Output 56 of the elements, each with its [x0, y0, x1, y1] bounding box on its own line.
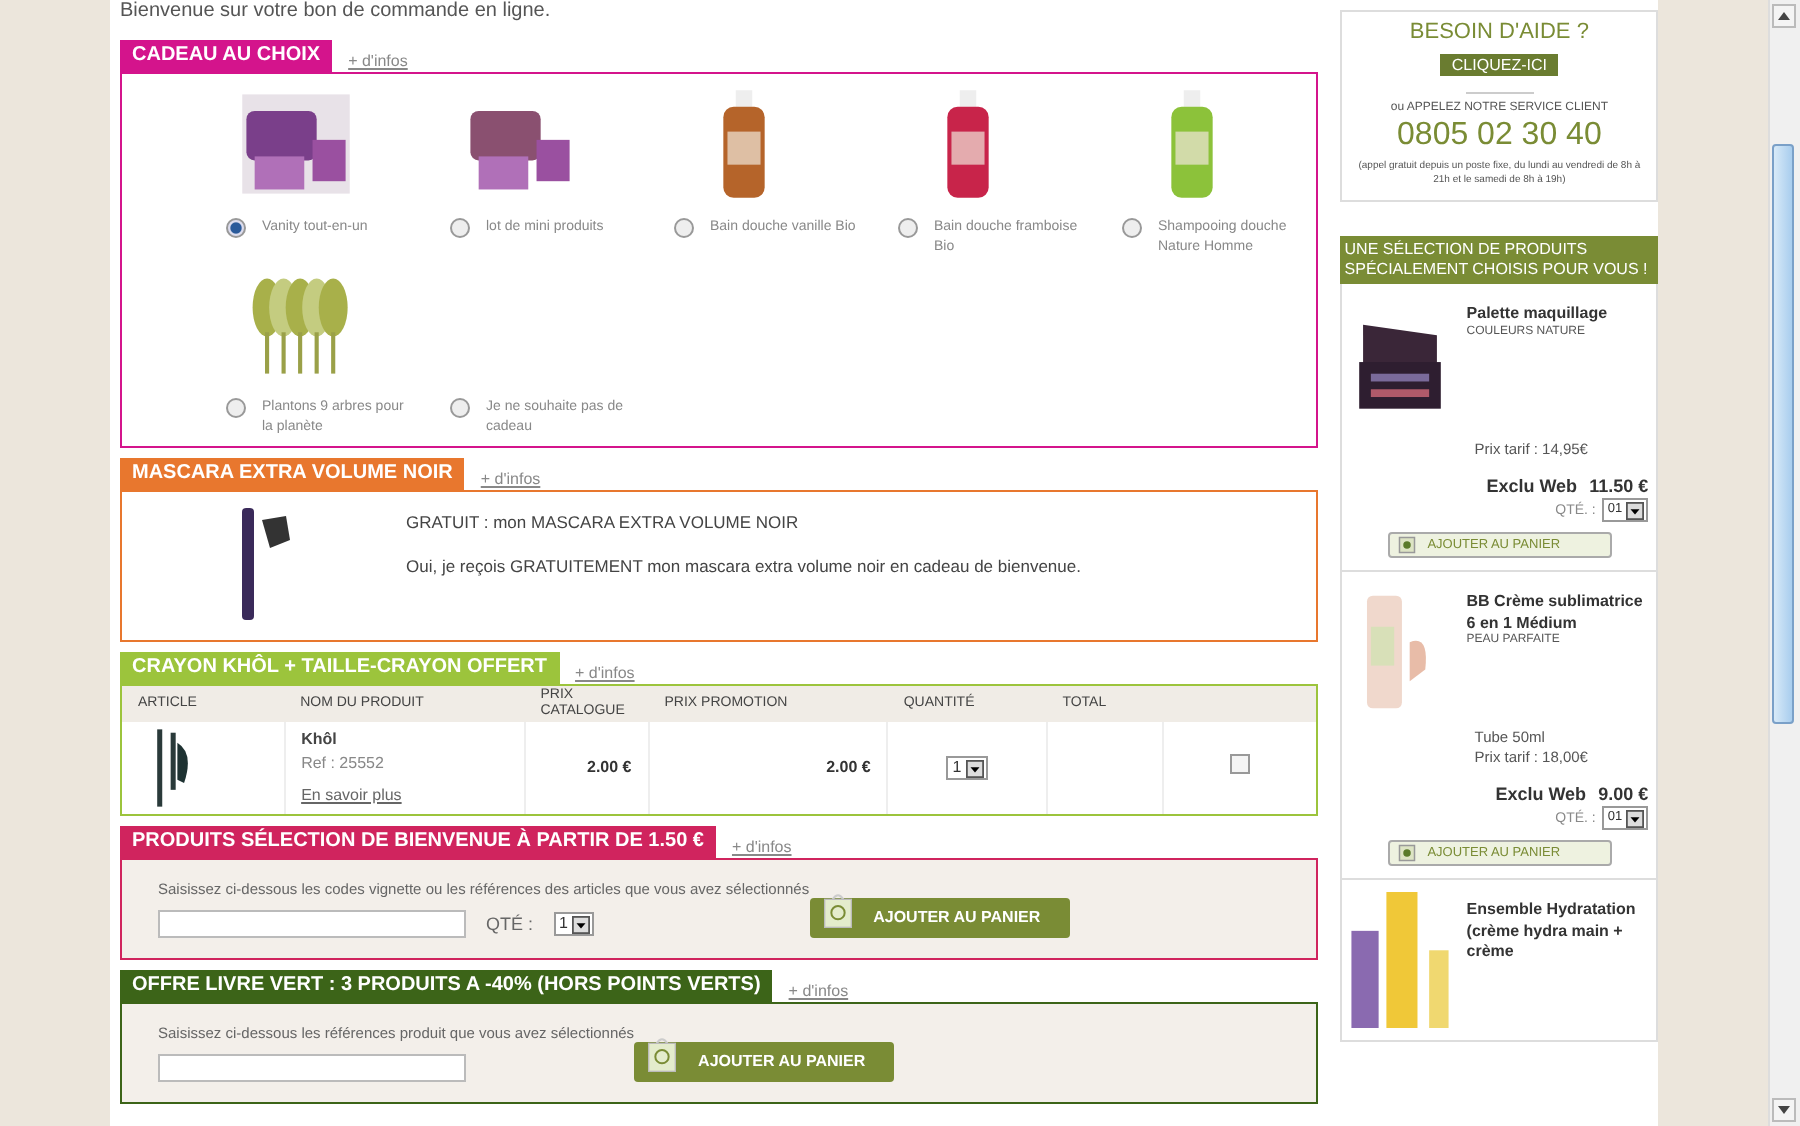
exclusive-label: Exclu Web [1486, 476, 1578, 496]
quantity-select[interactable]: 1 [553, 912, 594, 936]
product-name: BB Crème sublimatrice 6 en 1 Médium [1466, 592, 1645, 633]
scroll-down-icon[interactable] [1772, 1098, 1797, 1122]
more-info-link[interactable]: + d'infos [348, 52, 408, 70]
offer-text: Oui, je reçois GRATUITEMENT mon mascara extra volume noir en cadeau de bienvenue. [406, 556, 1081, 576]
section-title: OFFRE LIVRE VERT : 3 PRODUITS A -40% (HORS POINTS VERTS) [120, 970, 773, 1002]
product-name: Palette maquillage [1466, 304, 1608, 325]
code-field[interactable] [158, 1054, 466, 1082]
caret-icon [571, 915, 590, 933]
learn-more-link[interactable]: En savoir plus [301, 785, 402, 805]
more-info-link[interactable]: + d'infos [480, 470, 541, 488]
help-title: BESOIN D'AIDE ? [1407, 20, 1591, 44]
code-field[interactable] [158, 910, 466, 938]
add-to-cart-button[interactable]: AJOUTER AU PANIER [809, 897, 1070, 937]
shopping-bag-icon [646, 1033, 679, 1073]
section-title: CADEAU AU CHOIX [120, 40, 333, 72]
caret-icon [1626, 501, 1645, 519]
selection-title: UNE SÉLECTION DE PRODUITS SPÉCIALEMENT CHOISIS POUR VOUS ! [1340, 236, 1659, 284]
exclusive-label: Exclu Web [1495, 784, 1587, 804]
product-name: Khôl [301, 729, 339, 749]
more-info-link[interactable]: + d'infos [575, 664, 635, 682]
scrollbar[interactable] [1768, 0, 1800, 1126]
phone-number: 0805 02 30 40 [1395, 118, 1604, 154]
caret-icon [1626, 809, 1645, 827]
bag-icon [1397, 536, 1416, 554]
welcome-text: Bienvenue sur votre bon de commande en ligne. [120, 0, 553, 26]
radio-button[interactable] [1122, 218, 1142, 238]
radio-button[interactable] [674, 218, 694, 238]
product-price: 11.50 € [1589, 476, 1649, 496]
product-ref: Ref : 25552 [301, 753, 386, 773]
quantity-label: QTÉ : [486, 914, 534, 934]
quantity-select[interactable]: 1 [946, 756, 988, 780]
promotion-price: 2.00 € [826, 758, 871, 776]
caret-icon [965, 759, 984, 777]
more-info-link[interactable]: + d'infos [731, 838, 792, 856]
scroll-up-icon[interactable] [1772, 4, 1797, 28]
bag-icon [1397, 844, 1416, 862]
scroll-thumb[interactable] [1772, 144, 1795, 724]
radio-button[interactable] [226, 218, 246, 238]
catalogue-price: 2.00 € [587, 758, 632, 776]
radio-button[interactable] [226, 398, 246, 418]
radio-button[interactable] [450, 398, 470, 418]
checkbox[interactable] [1230, 754, 1251, 774]
shopping-bag-icon [821, 889, 854, 929]
product-price: 9.00 € [1598, 784, 1649, 804]
section-title: MASCARA EXTRA VOLUME NOIR [120, 458, 465, 490]
product-name: Ensemble Hydratation (crème hydra main + crème [1466, 900, 1638, 963]
radio-button[interactable] [898, 218, 918, 238]
offer-text: GRATUIT : mon MASCARA EXTRA VOLUME NOIR [406, 512, 801, 532]
more-info-link[interactable]: + d'infos [788, 982, 849, 1000]
radio-button[interactable] [450, 218, 470, 238]
click-here-button[interactable]: CLIQUEZ-ICI [1439, 54, 1559, 76]
section-title: PRODUITS SÉLECTION DE BIENVENUE À PARTIR DE 1.50 € [120, 826, 716, 858]
section-title: CRAYON KHÔL + TAILLE-CRAYON OFFERT [120, 652, 560, 684]
add-to-cart-button[interactable]: AJOUTER AU PANIER [634, 1041, 895, 1081]
